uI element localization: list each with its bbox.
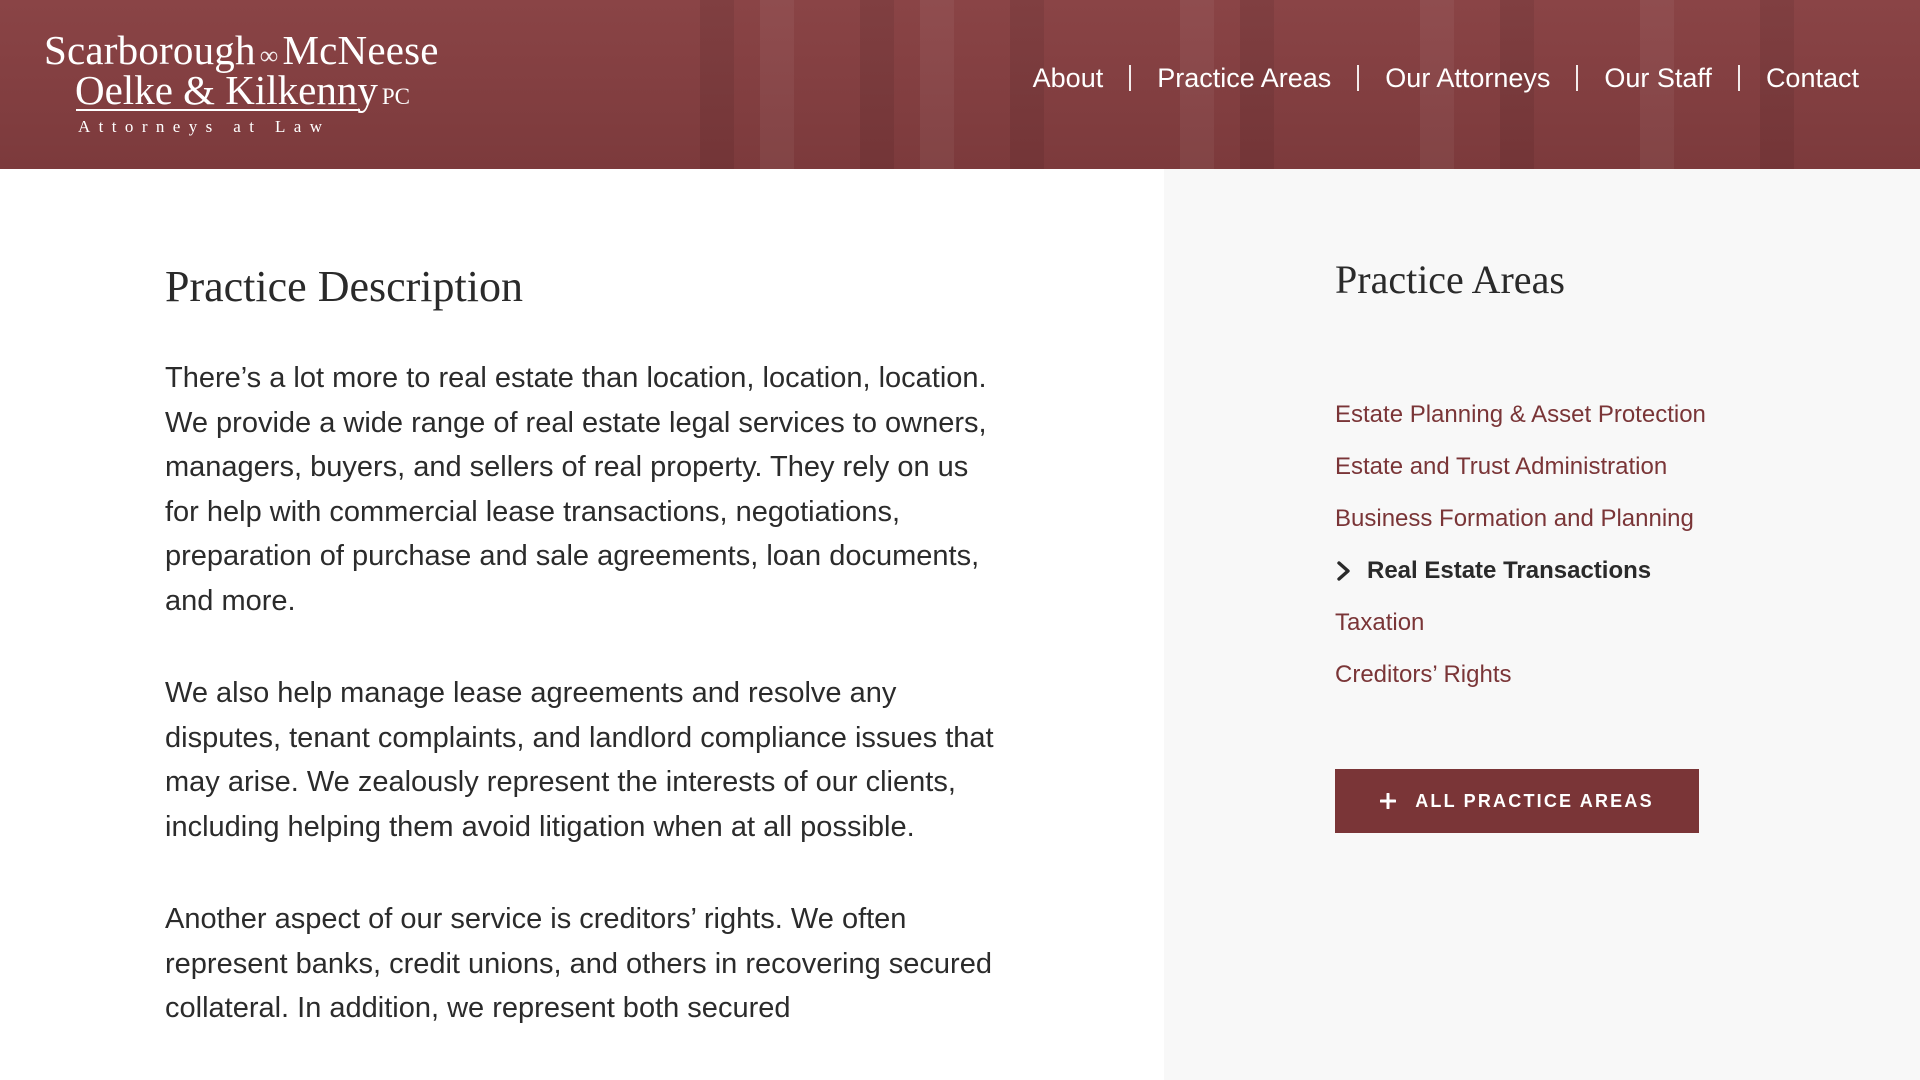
site-header: Scarborough ∞McNeese Oelke & Kilkenny PC A… [0, 0, 1920, 169]
practice-area-item: Estate Planning & Asset Protection [1335, 389, 1706, 441]
practice-area-item: Estate and Trust Administration [1335, 441, 1706, 493]
all-practice-areas-button[interactable]: ALL PRACTICE AREAS [1335, 769, 1699, 833]
plus-icon [1380, 793, 1397, 809]
practice-area-item-active: Real Estate Transactions [1335, 545, 1706, 597]
practice-area-item: Taxation [1335, 597, 1706, 649]
main-nav: About Practice Areas Our Attorneys Our S… [1007, 58, 1859, 98]
practice-area-business-formation[interactable]: Business Formation and Planning [1335, 505, 1694, 533]
paragraph-2: We also help manage lease agreements and… [165, 677, 994, 843]
practice-area-creditors-rights[interactable]: Creditors’ Rights [1335, 661, 1512, 689]
nav-about[interactable]: About [1007, 58, 1130, 98]
firm-logo[interactable]: Scarborough ∞McNeese Oelke & Kilkenny PC A… [44, 22, 444, 142]
logo-rule [76, 109, 360, 111]
practice-areas-sidebar: Practice Areas Estate Planning & Asset P… [1164, 169, 1920, 1080]
practice-area-list: Estate Planning & Asset Protection Estat… [1335, 389, 1706, 701]
logo-tagline: Attorneys at Law [78, 117, 331, 136]
nav-our-staff[interactable]: Our Staff [1578, 58, 1738, 98]
nav-practice-areas[interactable]: Practice Areas [1131, 58, 1357, 98]
nav-our-attorneys[interactable]: Our Attorneys [1359, 58, 1576, 98]
logo-name-oelke-kilkenny: Oelke & Kilkenny [75, 67, 378, 113]
all-practice-areas-label: ALL PRACTICE AREAS [1415, 790, 1654, 811]
logo-pc: PC [381, 84, 411, 109]
paragraph-3: Another aspect of our service is credito… [165, 903, 992, 1024]
practice-area-estate-planning[interactable]: Estate Planning & Asset Protection [1335, 401, 1706, 429]
practice-area-taxation[interactable]: Taxation [1335, 609, 1424, 637]
practice-description-body: There’s a lot more to real estate than l… [165, 356, 1005, 1079]
practice-area-estate-trust-administration[interactable]: Estate and Trust Administration [1335, 453, 1667, 481]
practice-area-real-estate-transactions[interactable]: Real Estate Transactions [1367, 557, 1651, 585]
practice-area-item: Creditors’ Rights [1335, 649, 1706, 701]
main-content: Practice Description There’s a lot more … [0, 169, 1164, 1080]
page-title: Practice Description [165, 262, 523, 311]
practice-area-item: Business Formation and Planning [1335, 493, 1706, 545]
chevron-right-icon [1335, 560, 1355, 582]
nav-contact[interactable]: Contact [1740, 58, 1859, 98]
paragraph-1: There’s a lot more to real estate than l… [165, 362, 987, 617]
sidebar-title: Practice Areas [1335, 257, 1565, 302]
logo-line-2: Oelke & Kilkenny PC [75, 66, 410, 114]
